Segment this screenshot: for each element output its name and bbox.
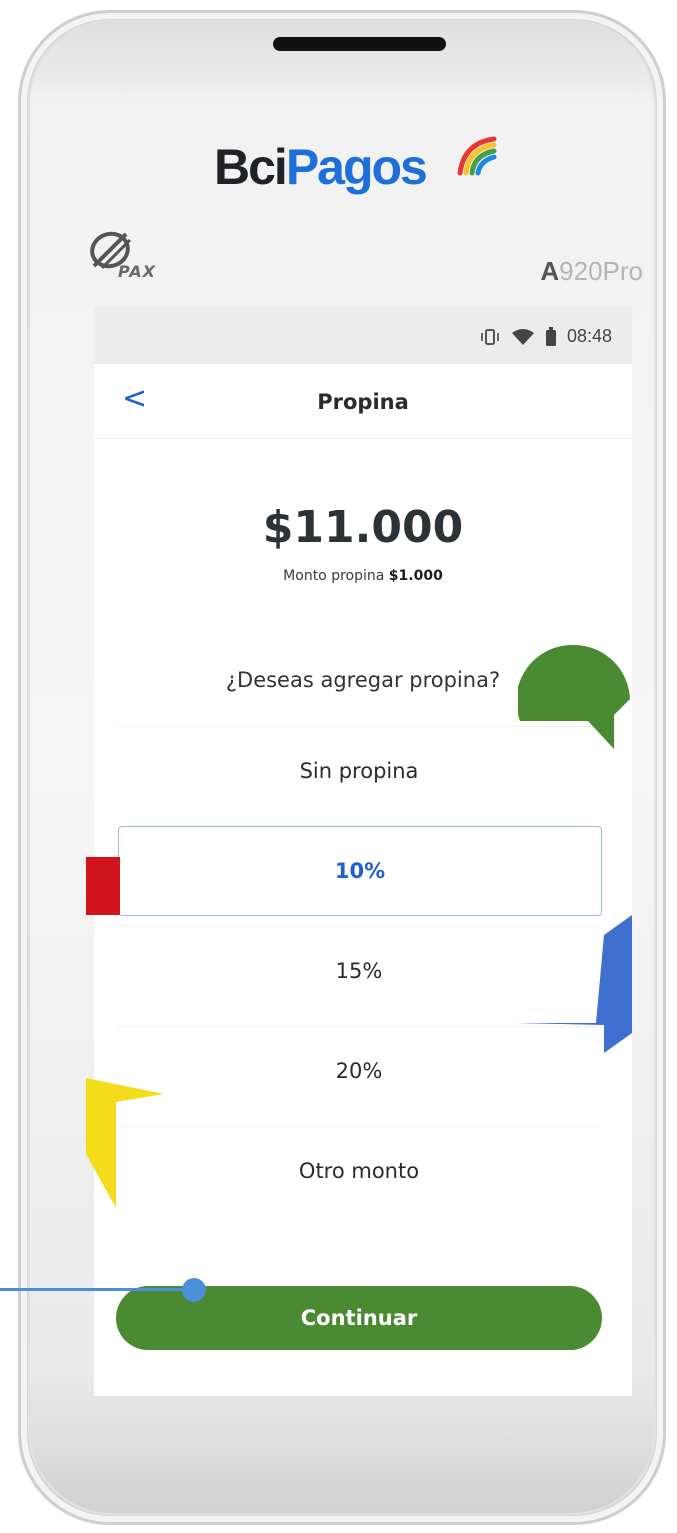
tip-amount-value: $1.000 [388,568,443,584]
model-label: A920Pro [540,256,643,287]
status-bar: 08:48 [94,306,632,364]
screen: 08:48 < Propina $11.000 Monto propina $1… [94,306,632,1396]
status-icons: 08:48 [479,326,612,347]
yellow-corner-shape [86,1078,164,1208]
brand-part2: Pagos [285,139,428,195]
total-amount: $11.000 [262,502,464,553]
pointer-line [0,1288,200,1291]
tip-amount-label: Monto propina [283,568,385,584]
bcipagos-logo: BciPagos [214,138,428,196]
model-first: A [540,256,560,286]
model-rest: 920Pro [559,256,643,286]
app-bar: < Propina [94,364,632,439]
status-time: 08:48 [566,326,612,346]
page-title: Propina [317,390,409,414]
speaker-slot [273,37,446,51]
battery-icon [545,326,556,346]
tip-amount-line: Monto propina $1.000 [94,568,632,584]
brand-part1: Bci [214,139,288,195]
option-otro-monto[interactable]: Otro monto [118,1126,600,1215]
red-block-shape [86,857,120,915]
vibrate-icon [481,328,499,345]
wifi-icon [511,328,534,345]
pointer-dot [182,1278,206,1302]
green-speech-bubble-shape [518,645,630,749]
pax-logo-text: PAX [118,262,156,281]
option-10-percent[interactable]: 10% [118,826,602,916]
blue-corner-shape [516,915,632,1053]
rainbow-icon [457,136,497,176]
